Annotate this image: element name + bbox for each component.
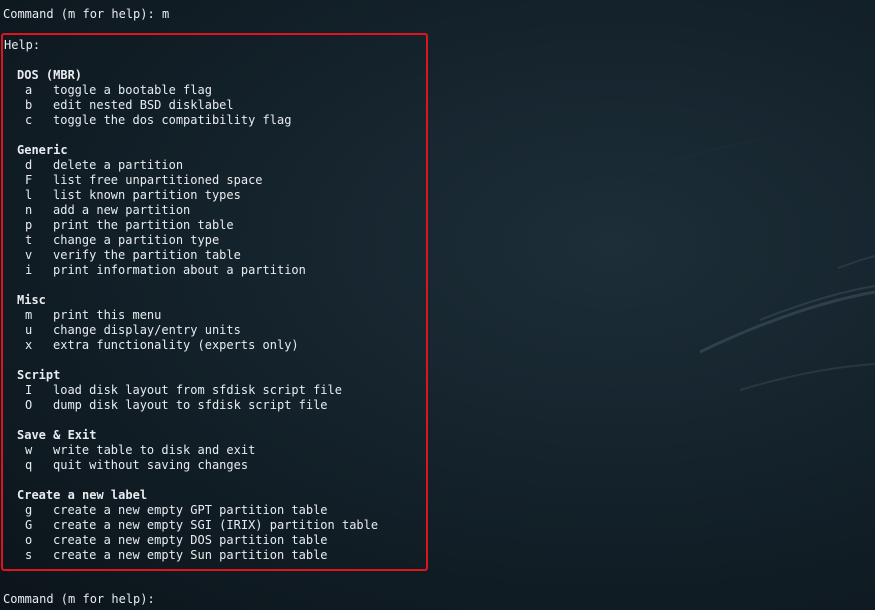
command-row: d delete a partition	[25, 158, 183, 173]
command-row: Iload disk layout from sfdisk script fil…	[25, 383, 342, 398]
command-row: m print this menu	[25, 308, 161, 323]
command-description: change a partition type	[53, 233, 220, 247]
command-description: list free unpartitioned space	[53, 173, 263, 187]
command-row: x extra functionality (experts only)	[25, 338, 299, 353]
command-row: b edit nested BSD disklabel	[25, 98, 234, 113]
command-description: create a new empty SGI (IRIX) partition …	[53, 518, 379, 532]
command-row: o create a new empty DOS partition table	[25, 533, 328, 548]
command-key: O	[25, 398, 33, 412]
command-row: q quit without saving changes	[25, 458, 248, 473]
command-prompt-line: Command (m for help): m	[3, 7, 170, 21]
command-row: u change display/entry units	[25, 323, 241, 338]
command-key: x	[25, 338, 33, 352]
command-description: edit nested BSD disklabel	[53, 98, 234, 112]
command-row: i print information about a partition	[25, 263, 306, 278]
command-row: Gcreate a new empty SGI (IRIX) partition…	[25, 518, 378, 533]
command-key: n	[25, 203, 33, 217]
command-key: i	[25, 263, 33, 277]
command-row: t change a partition type	[25, 233, 219, 248]
command-key: u	[25, 323, 33, 337]
command-key: p	[25, 218, 33, 232]
command-row: v verify the partition table	[25, 248, 241, 263]
command-row: g create a new empty GPT partition table	[25, 503, 328, 518]
command-description: write table to disk and exit	[53, 443, 256, 457]
command-key: v	[25, 248, 33, 262]
command-row: c toggle the dos compatibility flag	[25, 113, 291, 128]
command-key: s	[25, 548, 33, 562]
command-row: s create a new empty Sun partition table	[25, 548, 328, 563]
command-description: load disk layout from sfdisk script file	[53, 383, 342, 397]
command-prompt-input-line[interactable]: Command (m for help):	[3, 592, 155, 607]
command-description: extra functionality (experts only)	[53, 338, 299, 352]
command-row: l list known partition types	[25, 188, 241, 203]
command-key: q	[25, 458, 33, 472]
command-description: print the partition table	[53, 218, 234, 232]
command-key: b	[25, 98, 33, 112]
command-key: G	[25, 518, 33, 532]
command-description: delete a partition	[53, 158, 184, 172]
command-key: a	[25, 83, 33, 97]
command-row: w write table to disk and exit	[25, 443, 255, 458]
command-description: add a new partition	[53, 203, 191, 217]
section-title: DOS (MBR)	[17, 68, 83, 82]
command-description: print information about a partition	[53, 263, 306, 277]
command-row: a toggle a bootable flag	[25, 83, 212, 98]
command-row: Odump disk layout to sfdisk script file	[25, 398, 328, 413]
command-key: d	[25, 158, 33, 172]
command-description: create a new empty Sun partition table	[53, 548, 328, 562]
command-key: l	[25, 188, 33, 202]
command-description: dump disk layout to sfdisk script file	[53, 398, 328, 412]
command-row: n add a new partition	[25, 203, 190, 218]
command-description: print this menu	[53, 308, 162, 322]
command-description: toggle a bootable flag	[53, 83, 212, 97]
command-description: toggle the dos compatibility flag	[53, 113, 292, 127]
command-key: g	[25, 503, 33, 517]
command-key: c	[25, 113, 33, 127]
command-key: w	[25, 443, 33, 457]
command-description: change display/entry units	[53, 323, 241, 337]
help-title: Help:	[4, 38, 41, 52]
command-key: m	[25, 308, 33, 322]
command-row: p print the partition table	[25, 218, 234, 233]
command-description: quit without saving changes	[53, 458, 249, 472]
command-description: verify the partition table	[53, 248, 241, 262]
command-description: create a new empty DOS partition table	[53, 533, 328, 547]
section-title: Save & Exit	[17, 428, 97, 442]
command-key: t	[25, 233, 33, 247]
command-key: I	[25, 383, 33, 397]
command-row: Flist free unpartitioned space	[25, 173, 263, 188]
help-menu-highlight-box: Help: DOS (MBR) a toggle a bootable flag b e…	[1, 33, 428, 571]
command-key: o	[25, 533, 33, 547]
section-title: Script	[17, 368, 61, 382]
section-title: Generic	[17, 143, 68, 157]
section-title: Create a new label	[17, 488, 148, 502]
command-key: F	[25, 173, 33, 187]
section-title: Misc	[17, 293, 46, 307]
command-description: create a new empty GPT partition table	[53, 503, 328, 517]
command-description: list known partition types	[53, 188, 241, 202]
